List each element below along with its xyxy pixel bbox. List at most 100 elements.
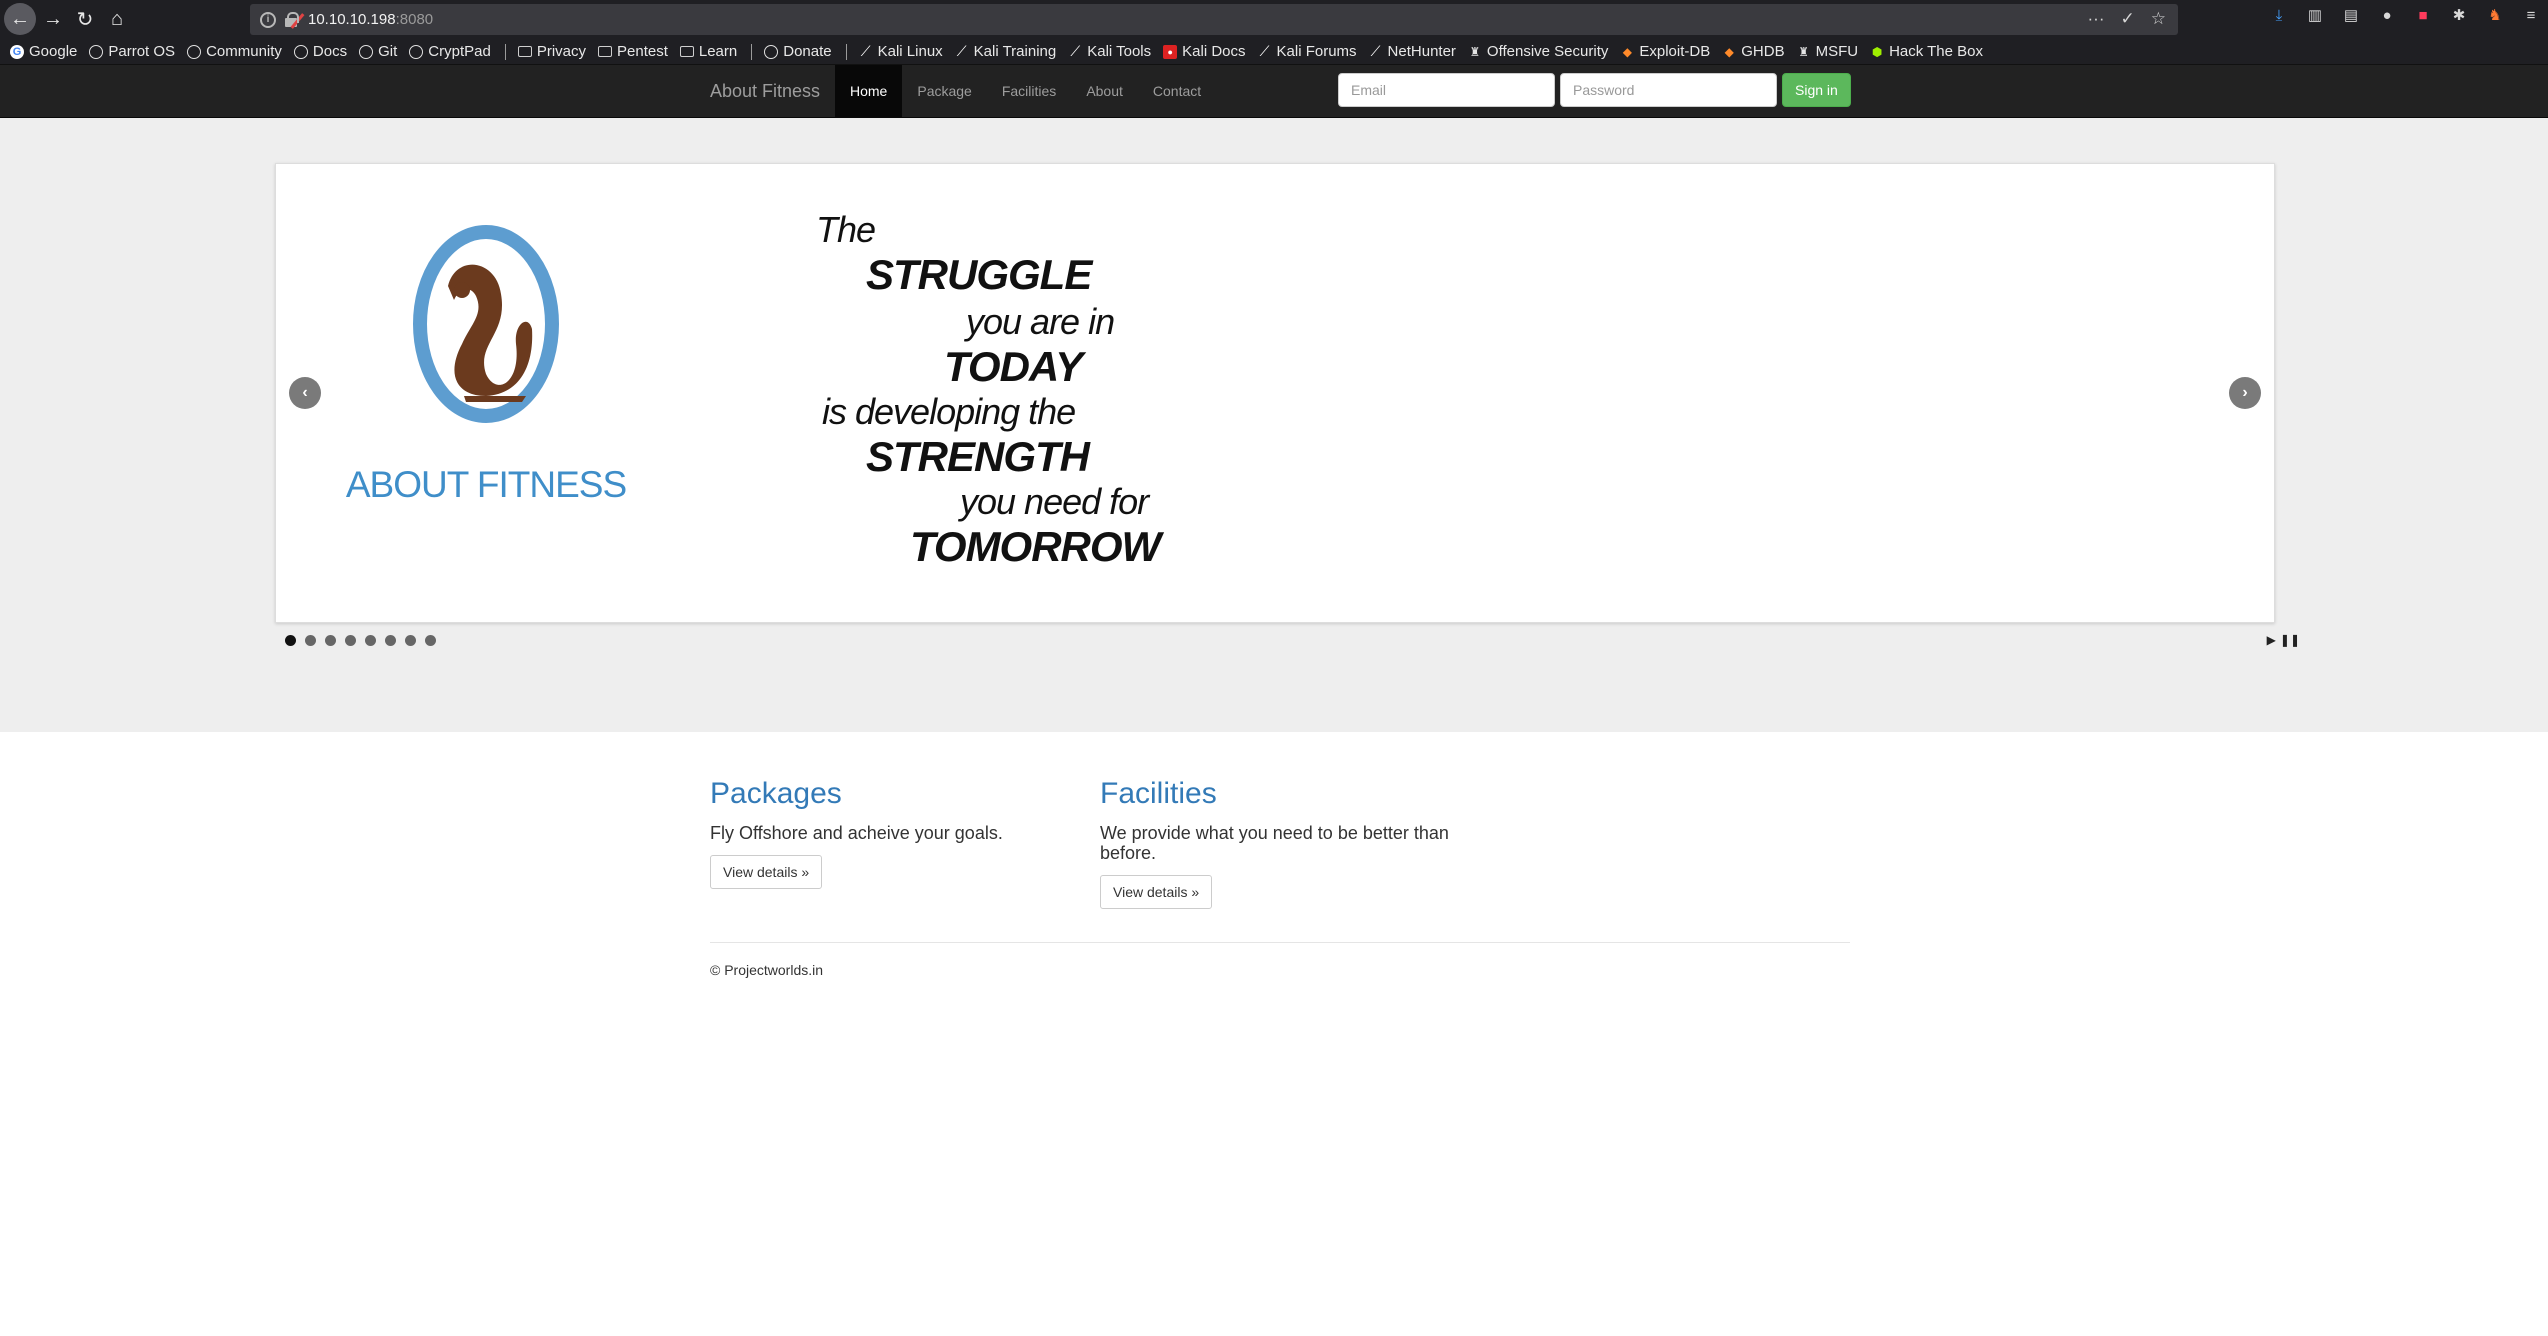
globe-icon <box>293 44 308 59</box>
quote-line: STRENGTH <box>866 433 1090 480</box>
nav-contact[interactable]: Contact <box>1138 65 1216 117</box>
carousel-indicator-dot[interactable] <box>305 635 316 646</box>
bookmark-label: NetHunter <box>1387 43 1456 60</box>
play-icon[interactable]: ▶ <box>2267 633 2276 647</box>
menu-icon[interactable]: ≡ <box>2522 6 2540 24</box>
back-arrow-icon[interactable]: ← <box>4 3 36 35</box>
bookmark-kali-linux[interactable]: ⟋ Kali Linux <box>859 43 943 60</box>
bookmark-hack-the-box[interactable]: ⬢ Hack The Box <box>1870 43 1983 60</box>
folder-icon <box>679 46 694 57</box>
pause-icon[interactable]: ❚❚ <box>2280 633 2300 647</box>
home-icon[interactable]: ⌂ <box>102 4 132 34</box>
globe-icon <box>89 44 104 59</box>
bookmark-nethunter[interactable]: ⟋ NetHunter <box>1369 43 1456 60</box>
bookmark-kali-forums[interactable]: ⟋ Kali Forums <box>1258 43 1357 60</box>
carousel-indicator-dot[interactable] <box>365 635 376 646</box>
bookmark-donate[interactable]: Donate <box>764 43 832 60</box>
foxyproxy-icon[interactable]: ♞ <box>2486 6 2504 24</box>
insecure-lock-icon[interactable] <box>284 11 305 29</box>
bookmark-star-icon[interactable]: ☆ <box>2151 9 2166 29</box>
bookmark-docs[interactable]: Docs <box>293 43 347 60</box>
packages-text: Fly Offshore and acheive your goals. <box>710 823 1003 843</box>
quote-line: TODAY <box>944 343 1083 390</box>
extension-icon[interactable]: ■ <box>2414 6 2432 24</box>
nav-home[interactable]: Home <box>835 65 903 117</box>
signin-button[interactable]: Sign in <box>1782 73 1851 107</box>
library-icon[interactable]: ▥ <box>2306 6 2324 24</box>
bookmark-parrot-os[interactable]: Parrot OS <box>89 43 175 60</box>
url-text[interactable]: 10.10.10.198:8080 <box>308 11 433 28</box>
carousel-indicator-dot[interactable] <box>325 635 336 646</box>
bookmark-label: Kali Forums <box>1276 43 1357 60</box>
carousel-indicator-dot[interactable] <box>425 635 436 646</box>
bookmark-cryptpad[interactable]: CryptPad <box>409 43 491 60</box>
nav-links: Home Package Facilities About Contact <box>835 65 1216 117</box>
url-bar[interactable]: i 10.10.10.198:8080 ··· ✓ ☆ <box>250 4 2178 35</box>
nav-package[interactable]: Package <box>902 65 986 117</box>
forward-arrow-icon[interactable]: → <box>38 4 68 34</box>
image-carousel: ABOUT FITNESS The STRUGGLE you are in TO… <box>275 163 2275 623</box>
carousel-indicator-dot[interactable] <box>345 635 356 646</box>
bookmark-label: GHDB <box>1741 43 1785 60</box>
url-actions: ··· ✓ ☆ <box>2088 9 2166 29</box>
download-icon[interactable]: ⤓ <box>2270 6 2288 24</box>
bookmark-label: Donate <box>783 43 832 60</box>
footer-divider <box>710 942 1850 943</box>
carousel-indicator-dot[interactable] <box>285 635 296 646</box>
brand-link[interactable]: About Fitness <box>710 65 820 117</box>
bookmark-kali-tools[interactable]: ⟋ Kali Tools <box>1068 43 1151 60</box>
facilities-section: Facilities We provide what you need to b… <box>1100 777 1460 909</box>
pocket-icon[interactable]: ✓ <box>2121 9 2135 29</box>
carousel-indicator-dot[interactable] <box>405 635 416 646</box>
bookmark-label: Kali Training <box>973 43 1057 60</box>
nav-about[interactable]: About <box>1071 65 1138 117</box>
bookmark-folder-privacy[interactable]: Privacy <box>517 43 586 60</box>
footer-copyright: © Projectworlds.in <box>710 962 824 978</box>
quote-line: STRUGGLE <box>866 251 1092 298</box>
page-actions-icon[interactable]: ··· <box>2088 9 2105 29</box>
password-field[interactable] <box>1560 73 1777 107</box>
email-field[interactable] <box>1338 73 1555 107</box>
quote-line: The <box>816 209 876 250</box>
carousel-next-icon[interactable]: › <box>2229 377 2261 409</box>
bookmark-label: Offensive Security <box>1486 43 1609 60</box>
yoga-logo-icon <box>413 225 559 423</box>
bookmark-label: Hack The Box <box>1889 43 1984 60</box>
bookmark-folder-pentest[interactable]: Pentest <box>598 43 668 60</box>
info-icon[interactable]: i <box>260 11 276 28</box>
site-navbar: About Fitness Home Package Facilities Ab… <box>0 65 2548 118</box>
bookmark-exploit-db[interactable]: ◆ Exploit-DB <box>1620 43 1710 60</box>
offsec-icon: ♜ <box>1798 44 1809 59</box>
globe-icon <box>409 44 424 59</box>
url-port: :8080 <box>395 11 434 28</box>
kali-icon: ⟋ <box>1070 43 1081 59</box>
packages-heading: Packages <box>710 777 842 810</box>
bookmark-msfu[interactable]: ♜ MSFU <box>1797 43 1858 60</box>
offsec-icon: ♜ <box>1469 44 1481 59</box>
carousel-prev-icon[interactable]: ‹ <box>289 377 321 409</box>
bookmark-git[interactable]: Git <box>359 43 397 60</box>
account-icon[interactable]: ● <box>2378 6 2396 24</box>
bookmark-separator <box>504 43 506 60</box>
quote-line: TOMORROW <box>910 523 1161 570</box>
bookmark-kali-docs[interactable]: ● Kali Docs <box>1163 43 1246 60</box>
bookmark-separator <box>845 43 847 60</box>
bookmark-community[interactable]: Community <box>187 43 282 60</box>
bookmark-folder-learn[interactable]: Learn <box>679 43 737 60</box>
reload-icon[interactable]: ↻ <box>70 4 100 34</box>
bookmark-kali-training[interactable]: ⟋ Kali Training <box>955 43 1057 60</box>
carousel-indicator-dot[interactable] <box>385 635 396 646</box>
bookmark-ghdb[interactable]: ◆ GHDB <box>1722 43 1785 60</box>
bookmark-google[interactable]: G Google <box>10 43 77 60</box>
sidebar-icon[interactable]: ▤ <box>2342 6 2360 24</box>
facilities-view-details-button[interactable]: View details » <box>1100 875 1213 909</box>
bookmark-label: Kali Docs <box>1182 43 1246 60</box>
carousel-indicators <box>285 635 436 646</box>
bookmark-offensive-security[interactable]: ♜ Offensive Security <box>1468 43 1609 60</box>
bookmark-separator <box>751 43 753 60</box>
nav-facilities[interactable]: Facilities <box>987 65 1071 117</box>
exploit-db-icon: ◆ <box>1622 44 1632 59</box>
bookmark-label: Parrot OS <box>108 43 176 60</box>
packages-view-details-button[interactable]: View details » <box>710 855 823 889</box>
settings-gear-icon[interactable]: ✱ <box>2450 6 2468 24</box>
